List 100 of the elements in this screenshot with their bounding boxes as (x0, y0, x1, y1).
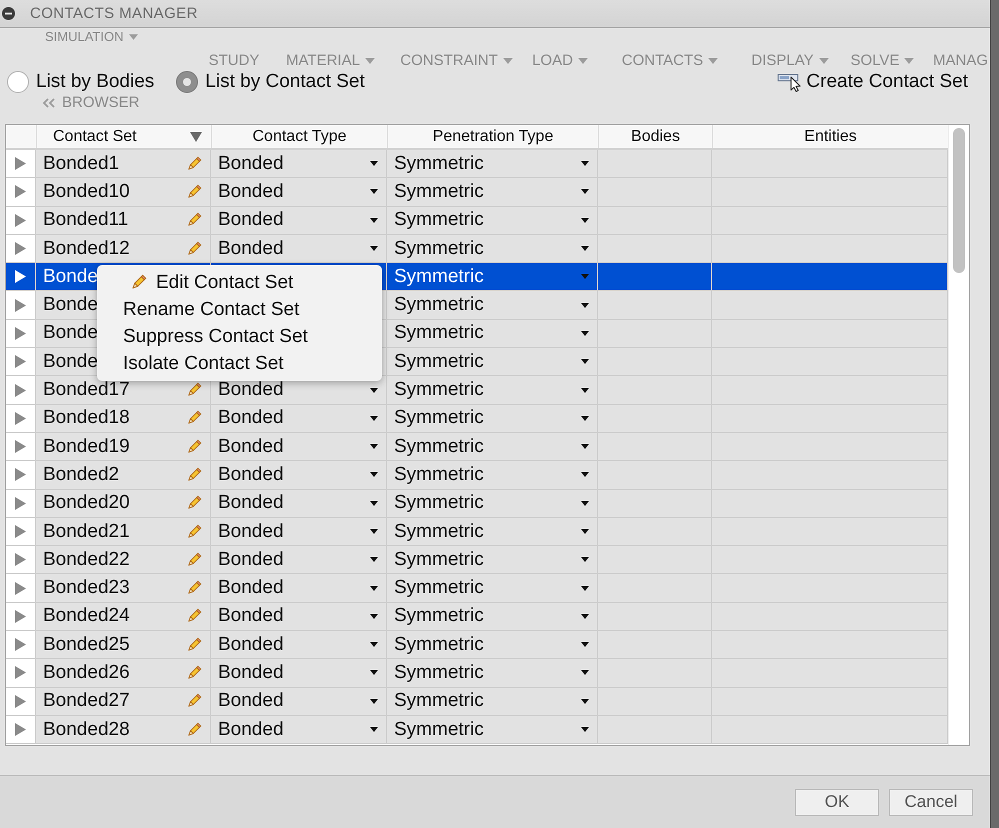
table-row[interactable]: Bonded27 Bonded Symmetric (6, 688, 948, 716)
pencil-icon[interactable] (186, 382, 202, 398)
expand-icon[interactable] (15, 242, 26, 256)
contact-type-dropdown[interactable]: Bonded (211, 178, 387, 206)
caret-icon[interactable] (581, 586, 589, 591)
table-row[interactable]: Bonded18 Bonded Symmetric (6, 404, 948, 433)
caret-icon[interactable] (581, 529, 589, 534)
expand-icon[interactable] (15, 326, 26, 340)
expand-icon[interactable] (15, 496, 26, 510)
pencil-icon[interactable] (186, 552, 202, 568)
penetration-type-dropdown[interactable]: Symmetric (387, 404, 598, 432)
caret-icon[interactable] (581, 557, 589, 562)
table-row[interactable]: Bonded25 Bonded Symmetric (6, 631, 948, 660)
penetration-type-dropdown[interactable]: Symmetric (387, 206, 598, 234)
penetration-type-dropdown[interactable]: Symmetric (387, 659, 598, 687)
table-row[interactable]: Bonded1 Bonded Symmetric (6, 150, 948, 178)
caret-icon[interactable] (581, 388, 589, 393)
caret-icon[interactable] (581, 161, 589, 166)
caret-icon[interactable] (370, 246, 378, 252)
caret-icon[interactable] (581, 189, 589, 194)
caret-icon[interactable] (370, 388, 378, 393)
penetration-type-dropdown[interactable]: Symmetric (387, 263, 598, 290)
collapse-icon[interactable] (2, 7, 15, 20)
pencil-icon[interactable] (186, 184, 202, 200)
contact-type-dropdown[interactable]: Bonded (211, 518, 387, 546)
pencil-icon[interactable] (186, 495, 202, 512)
caret-icon[interactable] (370, 218, 378, 223)
caret-icon[interactable] (581, 642, 589, 648)
caret-icon[interactable] (370, 189, 378, 194)
contact-type-dropdown[interactable]: Bonded (211, 574, 387, 602)
column-header[interactable]: Bodies (598, 125, 712, 148)
caret-icon[interactable] (581, 302, 589, 308)
menu-item[interactable]: Suppress Contact Set (97, 323, 382, 350)
contact-type-dropdown[interactable]: Bonded (211, 659, 387, 687)
caret-icon[interactable] (370, 642, 378, 648)
contact-type-dropdown[interactable]: Bonded (211, 234, 387, 262)
radio-option[interactable]: List by Contact Set (176, 71, 365, 93)
caret-icon[interactable] (581, 670, 589, 676)
expand-icon[interactable] (15, 553, 26, 566)
table-row[interactable]: Bonded26 Bonded Symmetric (6, 659, 948, 688)
caret-icon[interactable] (581, 727, 589, 732)
pencil-icon[interactable] (186, 438, 202, 455)
menu-item[interactable]: Isolate Contact Set (97, 350, 382, 377)
pencil-icon[interactable] (186, 524, 202, 540)
table-row[interactable]: Bonded28 Bonded Symmetric (6, 716, 948, 744)
contact-type-dropdown[interactable]: Bonded (211, 546, 387, 574)
contact-type-dropdown[interactable]: Bonded (211, 688, 387, 715)
pencil-icon[interactable] (186, 156, 202, 172)
expand-icon[interactable] (15, 355, 26, 368)
contact-type-dropdown[interactable]: Bonded (211, 602, 387, 630)
expand-icon[interactable] (15, 157, 26, 170)
penetration-type-dropdown[interactable]: Symmetric (387, 631, 598, 658)
radio-icon[interactable] (176, 71, 198, 93)
table-row[interactable]: Bonded17 Bonded Symmetric (6, 376, 948, 405)
pencil-icon[interactable] (186, 410, 202, 426)
caret-icon[interactable] (370, 472, 378, 478)
expand-icon[interactable] (15, 468, 26, 482)
caret-icon[interactable] (581, 444, 589, 450)
penetration-type-dropdown[interactable]: Symmetric (387, 291, 598, 319)
expand-icon[interactable] (15, 723, 26, 736)
caret-icon[interactable] (581, 698, 589, 704)
pencil-icon[interactable] (186, 212, 202, 228)
penetration-type-dropdown[interactable]: Symmetric (387, 461, 598, 489)
caret-icon[interactable] (370, 529, 378, 534)
expand-icon[interactable] (15, 440, 26, 454)
pencil-icon[interactable] (186, 636, 202, 653)
caret-icon[interactable] (370, 614, 378, 619)
penetration-type-dropdown[interactable]: Symmetric (387, 320, 598, 348)
penetration-type-dropdown[interactable]: Symmetric (387, 490, 598, 517)
penetration-type-dropdown[interactable]: Symmetric (387, 518, 598, 546)
contact-type-dropdown[interactable]: Bonded (211, 490, 387, 517)
dialog-button[interactable]: OK (795, 788, 879, 816)
contact-type-dropdown[interactable]: Bonded (211, 404, 387, 432)
caret-icon[interactable] (581, 472, 589, 478)
expand-icon[interactable] (15, 525, 26, 538)
expand-icon[interactable] (15, 610, 26, 623)
table-row[interactable]: Bonded20 Bonded Symmetric (6, 490, 948, 518)
column-header[interactable]: Penetration Type (387, 125, 598, 148)
caret-icon[interactable] (581, 330, 589, 336)
pencil-icon[interactable] (186, 664, 202, 681)
penetration-type-dropdown[interactable]: Symmetric (387, 432, 598, 460)
expand-icon[interactable] (15, 412, 26, 425)
contact-type-dropdown[interactable]: Bonded (211, 150, 387, 178)
radio-option[interactable]: List by Bodies (7, 71, 154, 93)
pencil-icon[interactable] (186, 608, 202, 624)
contact-type-dropdown[interactable]: Bonded (211, 432, 387, 460)
dialog-button[interactable]: Cancel (889, 788, 973, 816)
penetration-type-dropdown[interactable]: Symmetric (387, 574, 598, 602)
caret-icon[interactable] (370, 698, 378, 704)
expand-icon[interactable] (15, 270, 26, 284)
expand-icon[interactable] (15, 384, 26, 397)
expand-icon[interactable] (15, 214, 26, 227)
caret-icon[interactable] (370, 586, 378, 591)
penetration-type-dropdown[interactable]: Symmetric (387, 234, 598, 262)
radio-icon[interactable] (7, 71, 29, 93)
column-header[interactable]: Contact Set (36, 125, 211, 148)
expand-icon[interactable] (15, 694, 26, 708)
expand-icon[interactable] (15, 185, 26, 198)
caret-icon[interactable] (370, 416, 378, 421)
table-row[interactable]: Bonded22 Bonded Symmetric (6, 546, 948, 574)
